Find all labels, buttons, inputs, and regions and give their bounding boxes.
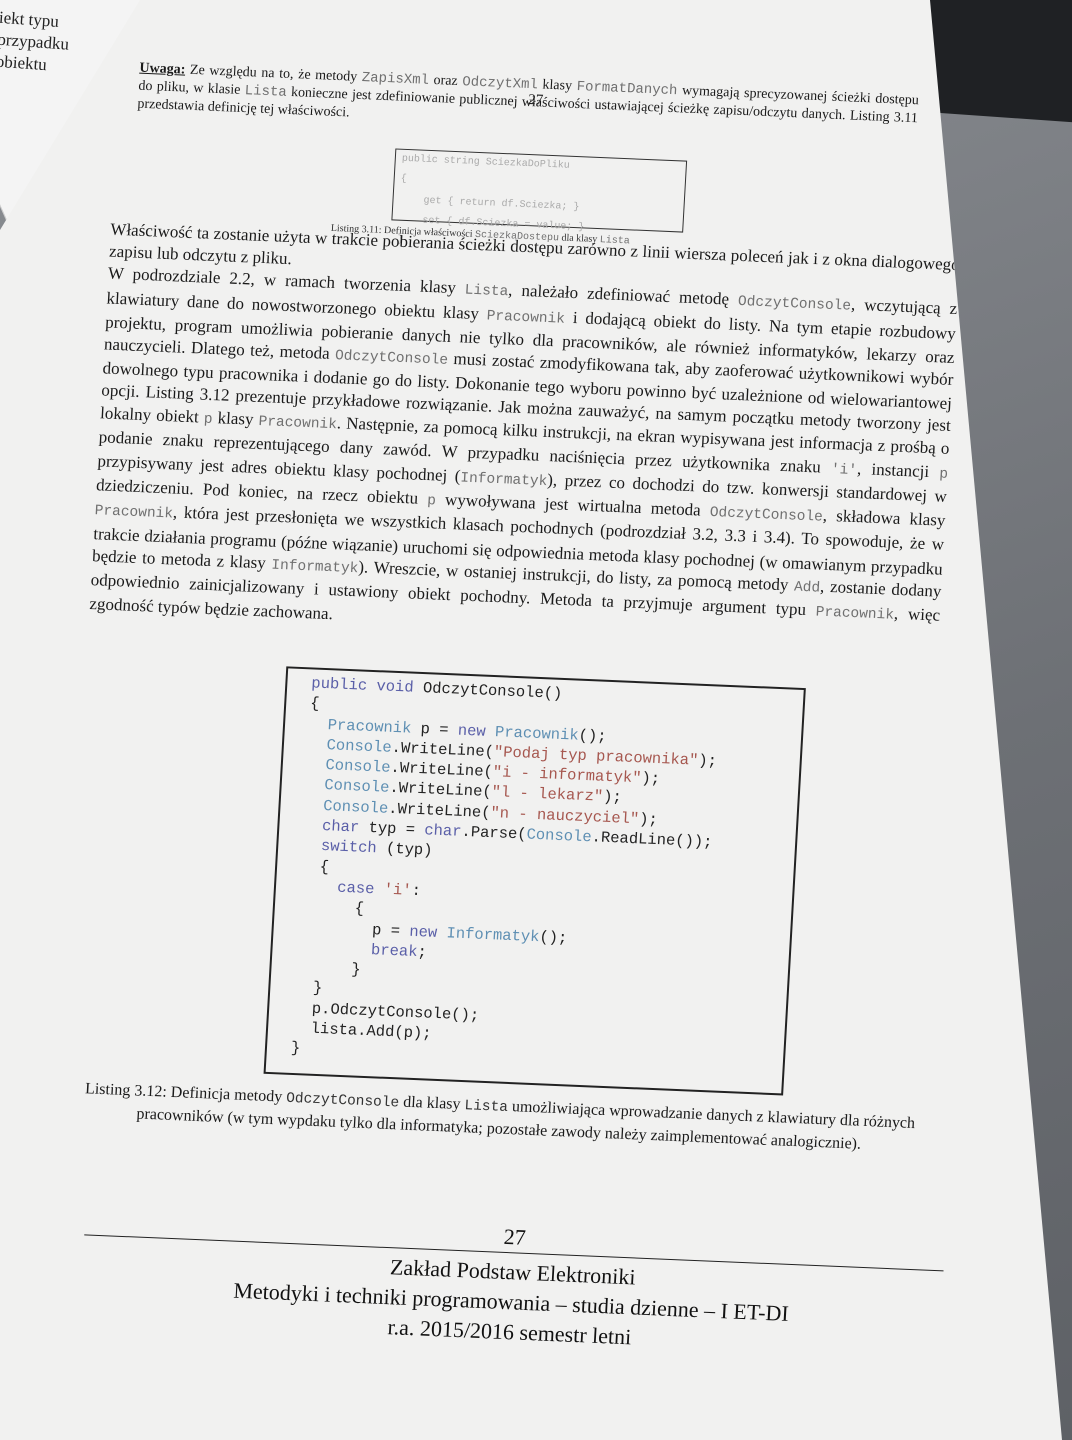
type: Informatyk	[446, 923, 540, 946]
caption-text: dla klasy	[398, 1093, 465, 1114]
text: klasy	[212, 407, 260, 429]
code: {	[354, 899, 365, 919]
code: .Parse(	[460, 822, 528, 844]
code: .WriteLine(	[387, 799, 491, 822]
code: p =	[371, 920, 410, 941]
note-paragraph: Uwaga: Ze względu na to, że metody Zapis…	[137, 60, 919, 146]
inline-code: Informatyk	[459, 470, 548, 491]
background-sheet-text: iekt typu przypadku obiektu	[0, 7, 70, 75]
code: );	[697, 751, 718, 771]
inline-code: Pracownik	[258, 413, 338, 433]
keyword: new	[457, 721, 487, 741]
keyword: public void	[310, 674, 415, 697]
type: Console	[323, 776, 390, 798]
paragraph-2: W podrozdziale 2.2, w ramach tworzenia k…	[89, 263, 958, 651]
code: );	[638, 810, 659, 829]
page-footer: 27 Zakład Podstaw Elektroniki Metodyki i…	[79, 1206, 945, 1365]
code: .WriteLine(	[391, 738, 495, 761]
note-text: oraz	[428, 72, 463, 90]
note-code: ZapisXml	[361, 69, 430, 89]
code: {	[309, 694, 321, 714]
type: Pracownik	[327, 715, 412, 738]
inline-code: OdczytConsole	[709, 505, 824, 526]
inline-code: OdczytConsole	[334, 348, 449, 369]
keyword: case	[336, 878, 375, 899]
string: 'i'	[383, 880, 413, 900]
body-text: Właściwość ta zostanie użyta w trakcie p…	[89, 219, 960, 651]
type: Console	[526, 825, 593, 847]
inline-code: Informatyk	[270, 557, 359, 578]
note-code: FormatDanych	[576, 78, 678, 100]
page-content: 27 Uwaga: Ze względu na to, że metody Za…	[84, 58, 1009, 1349]
code: }	[312, 979, 323, 998]
inline-code: OdczytConsole	[737, 294, 852, 316]
code: :	[411, 881, 422, 901]
listing-3-12-code: public void OdczytConsole(){ Pracownik p…	[263, 666, 806, 1096]
note-text: klasy	[537, 77, 578, 94]
code: );	[640, 769, 661, 789]
inline-code: Lista	[464, 282, 509, 301]
keyword: char	[423, 821, 462, 841]
listing-3-11-code: public string SciezkaDoPliku{ get { retu…	[391, 148, 688, 246]
caption-code: Lista	[463, 1098, 509, 1116]
inline-code: Pracownik	[486, 308, 566, 328]
note-label: Uwaga:	[139, 60, 186, 78]
code: {	[319, 857, 330, 876]
inline-code: 'i'	[830, 461, 858, 479]
keyword: switch	[320, 837, 378, 858]
type: Console	[322, 796, 389, 818]
code: (typ)	[376, 839, 433, 860]
text: , składowa klasy	[822, 505, 946, 531]
inline-code: Pracownik	[94, 503, 174, 523]
keyword: new	[408, 922, 438, 942]
code: .WriteLine(	[390, 758, 494, 782]
code: typ =	[358, 818, 425, 840]
inline-code: p	[938, 466, 949, 483]
type: Console	[326, 735, 393, 757]
code: }	[290, 1039, 301, 1058]
code: .ReadLine());	[591, 828, 713, 852]
caption-text: umożliwiająca wprowadzanie danych z klaw…	[136, 1098, 916, 1153]
code: );	[602, 788, 623, 807]
note-code: Lista	[244, 83, 288, 101]
code: p =	[410, 719, 459, 740]
note-code: OdczytXml	[461, 74, 539, 94]
document-page: 27 Uwaga: Ze względu na to, że metody Za…	[0, 0, 1062, 1440]
code: lista.Add(p);	[310, 1019, 433, 1043]
text: , instancji	[856, 458, 940, 482]
keyword: char	[321, 817, 360, 837]
code: ();	[578, 726, 608, 746]
inline-code: Add	[793, 579, 821, 597]
code: }	[350, 960, 362, 979]
caption-code: OdczytConsole	[285, 1090, 400, 1112]
type: Pracownik	[494, 722, 580, 745]
listing-3-12-caption: Listing 3.12: Definicja metody OdczytCon…	[59, 1077, 941, 1158]
code: ;	[416, 942, 428, 962]
keyword: break	[370, 941, 418, 961]
code: .WriteLine(	[388, 779, 493, 802]
code: ();	[538, 927, 568, 947]
inline-code: Pracownik	[815, 604, 895, 624]
type: Console	[324, 756, 392, 777]
caption-text: Listing 3.12: Definicja metody	[84, 1080, 287, 1106]
